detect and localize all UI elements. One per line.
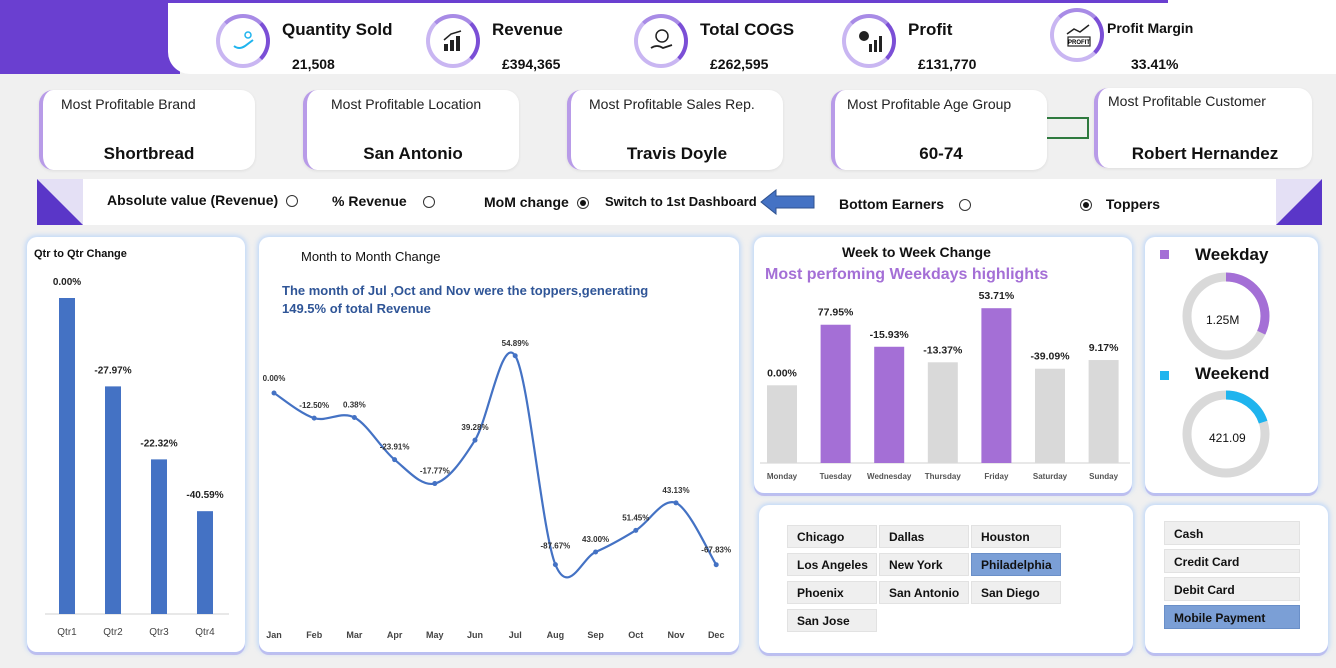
mom-tick-label: Oct — [628, 630, 643, 640]
mom-tick-label: Nov — [667, 630, 684, 640]
mom-point — [633, 527, 639, 533]
wow-bar — [820, 324, 851, 463]
qtr-data-label: 0.00% — [53, 277, 81, 288]
mom-point — [472, 437, 478, 443]
mom-data-label: 39.28% — [461, 423, 488, 432]
wow-tick-label: Tuesday — [820, 472, 852, 481]
wow-tick-label: Sunday — [1089, 472, 1118, 481]
mom-data-label: 0.38% — [343, 400, 366, 409]
city-new-york[interactable]: New York — [879, 553, 969, 576]
mom-data-label: 43.13% — [662, 486, 689, 495]
wow-data-label: 77.95% — [818, 307, 854, 319]
wow-tick-label: Monday — [767, 472, 798, 481]
payment-mobile-payment[interactable]: Mobile Payment — [1164, 605, 1300, 629]
qtr-data-label: -22.32% — [140, 438, 177, 449]
qtr-tick-label: Qtr4 — [195, 627, 215, 638]
mom-point — [392, 457, 398, 463]
wow-bar — [874, 346, 905, 463]
city-san-diego[interactable]: San Diego — [971, 581, 1061, 604]
mom-data-label: -87.67% — [541, 542, 571, 551]
mom-tick-label: Jan — [266, 630, 282, 640]
weekend-center-label: 421.09 — [1209, 431, 1246, 445]
weekday-legend-swatch — [1160, 250, 1169, 259]
weekend-title: Weekend — [1195, 364, 1270, 383]
qtr-bar — [105, 386, 121, 614]
mom-point — [311, 415, 317, 421]
weekday-title: Weekday — [1195, 245, 1269, 264]
charts-canvas: 0.00% Qtr1 -27.97% Qtr2 -22.32% Qtr3 -40.59% Qt… — [45, 272, 1270, 640]
weekday-center-label: 1.25M — [1206, 313, 1240, 327]
mom-tick-label: Dec — [708, 630, 725, 640]
weekend-legend-swatch — [1160, 371, 1169, 380]
mom-data-label: -12.50% — [299, 401, 329, 410]
city-san-antonio[interactable]: San Antonio — [879, 581, 969, 604]
mom-point — [593, 549, 599, 555]
qtr-tick-label: Qtr1 — [57, 627, 77, 638]
qtr-data-label: -27.97% — [94, 365, 131, 376]
city-san-jose[interactable]: San Jose — [787, 609, 877, 632]
mom-point — [432, 481, 438, 487]
wow-bar-chart: 0.00% Monday 77.95% Tuesday -15.93% Wednesday… — [760, 290, 1130, 481]
payment-cash[interactable]: Cash — [1164, 521, 1300, 545]
wow-tick-label: Wednesday — [867, 472, 912, 481]
city-chicago[interactable]: Chicago — [787, 525, 877, 548]
qtr-bar-chart: 0.00% Qtr1 -27.97% Qtr2 -22.32% Qtr3 -40.59% Qt… — [45, 277, 229, 638]
wow-data-label: -15.93% — [870, 329, 910, 341]
wow-data-label: -39.09% — [1030, 351, 1070, 363]
city-dallas[interactable]: Dallas — [879, 525, 969, 548]
payment-debit-card[interactable]: Debit Card — [1164, 577, 1300, 601]
wow-data-label: 53.71% — [979, 290, 1015, 302]
qtr-bar — [197, 511, 213, 614]
mom-tick-label: May — [426, 630, 444, 640]
wow-bar — [927, 362, 958, 463]
qtr-tick-label: Qtr2 — [103, 627, 123, 638]
mom-tick-label: Aug — [547, 630, 565, 640]
mom-point — [351, 414, 357, 420]
mom-data-label: 51.45% — [622, 513, 649, 522]
mom-tick-label: Feb — [306, 630, 323, 640]
wow-data-label: -13.37% — [923, 344, 963, 356]
mom-data-label: 54.89% — [502, 339, 529, 348]
qtr-bar — [59, 298, 75, 614]
city-philadelphia[interactable]: Philadelphia — [971, 553, 1061, 576]
city-houston[interactable]: Houston — [971, 525, 1061, 548]
mom-point — [713, 562, 719, 568]
mom-point — [552, 562, 558, 568]
mom-point — [673, 500, 679, 506]
wow-tick-label: Thursday — [925, 472, 962, 481]
qtr-bar — [151, 459, 167, 614]
city-phoenix[interactable]: Phoenix — [787, 581, 877, 604]
mom-data-label: 43.00% — [582, 535, 609, 544]
wow-bar — [767, 385, 797, 463]
wow-bar — [1088, 360, 1119, 463]
qtr-tick-label: Qtr3 — [149, 627, 169, 638]
wow-tick-label: Saturday — [1033, 472, 1068, 481]
payment-credit-card[interactable]: Credit Card — [1164, 549, 1300, 573]
mom-point — [512, 353, 518, 359]
mom-tick-label: Sep — [587, 630, 604, 640]
wow-data-label: 9.17% — [1089, 342, 1119, 354]
mom-data-label: -17.77% — [420, 467, 450, 476]
mom-point — [271, 390, 277, 396]
mom-line-chart: 0.00% Jan -12.50% Feb 0.38% Mar -23.91% Apr -17.… — [263, 339, 731, 640]
wow-bar — [981, 308, 1012, 463]
wow-tick-label: Friday — [984, 472, 1009, 481]
qtr-data-label: -40.59% — [186, 490, 223, 501]
wow-data-label: 0.00% — [767, 367, 797, 379]
mom-tick-label: Jul — [509, 630, 522, 640]
mom-series-line — [273, 351, 718, 579]
mom-data-label: -23.91% — [380, 443, 410, 452]
mom-tick-label: Apr — [387, 630, 403, 640]
mom-data-label: -67.83% — [701, 546, 731, 555]
wow-bar — [1035, 368, 1065, 463]
mom-data-label: 0.00% — [263, 374, 286, 383]
mom-tick-label: Mar — [346, 630, 363, 640]
mom-tick-label: Jun — [467, 630, 483, 640]
city-los-angeles[interactable]: Los Angeles — [787, 553, 877, 576]
